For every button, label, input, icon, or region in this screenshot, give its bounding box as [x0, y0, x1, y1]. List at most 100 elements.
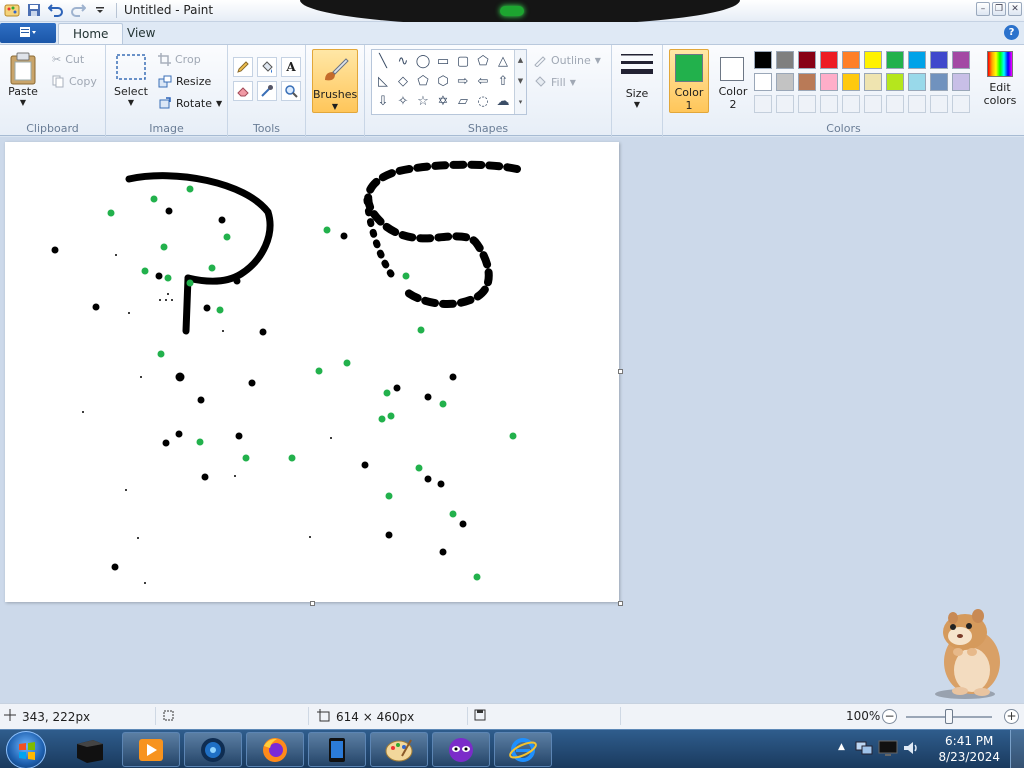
custom-color-slot[interactable] — [930, 95, 948, 113]
custom-color-slot[interactable] — [952, 95, 970, 113]
copy-button[interactable]: Copy — [52, 75, 97, 88]
rounded-callout-shape-icon[interactable]: ▱ — [454, 92, 472, 110]
start-button[interactable] — [6, 731, 46, 768]
monitor-icon[interactable] — [878, 738, 898, 761]
taskbar-app-3[interactable] — [184, 732, 242, 767]
polygon-shape-icon[interactable]: ⬠ — [474, 52, 492, 70]
palette-swatch[interactable] — [864, 51, 882, 69]
help-icon[interactable]: ? — [1004, 25, 1019, 40]
palette-swatch[interactable] — [820, 51, 838, 69]
triangle-shape-icon[interactable]: △ — [494, 52, 512, 70]
volume-icon[interactable] — [902, 739, 920, 760]
eraser-icon[interactable] — [233, 81, 253, 101]
custom-color-slot[interactable] — [776, 95, 794, 113]
custom-color-slot[interactable] — [754, 95, 772, 113]
taskbar-paint[interactable] — [370, 732, 428, 767]
zoom-in-button[interactable]: + — [1004, 709, 1019, 724]
canvas-resize-handle-corner[interactable] — [618, 601, 623, 606]
right-triangle-shape-icon[interactable]: ◺ — [374, 72, 392, 90]
fill-button[interactable]: Fill ▼ — [533, 75, 576, 89]
left-arrow-shape-icon[interactable]: ⇦ — [474, 72, 492, 90]
custom-color-slot[interactable] — [886, 95, 904, 113]
tray-overflow-icon[interactable]: ▲ — [838, 742, 845, 752]
taskbar-app-5[interactable] — [308, 732, 366, 767]
palette-swatch[interactable] — [908, 73, 926, 91]
pentagon-shape-icon[interactable]: ⬠ — [414, 72, 432, 90]
custom-color-slot[interactable] — [820, 95, 838, 113]
cut-button[interactable]: ✂ Cut — [52, 53, 84, 66]
palette-swatch[interactable] — [776, 51, 794, 69]
show-desktop-button[interactable] — [1010, 730, 1024, 768]
outline-button[interactable]: Outline ▼ — [533, 53, 601, 67]
color-picker-icon[interactable] — [257, 81, 277, 101]
four-point-star-shape-icon[interactable]: ✧ — [394, 92, 412, 110]
oval-shape-icon[interactable]: ◯ — [414, 52, 432, 70]
color1-button[interactable]: Color 1 — [669, 49, 709, 113]
tab-view[interactable]: View — [113, 23, 169, 44]
edit-colors-button[interactable]: Edit colors — [977, 51, 1023, 117]
magnifier-icon[interactable] — [281, 81, 301, 101]
palette-swatch[interactable] — [952, 73, 970, 91]
paste-button[interactable]: Paste ▼ — [8, 51, 38, 107]
palette-swatch[interactable] — [842, 51, 860, 69]
palette-swatch[interactable] — [754, 73, 772, 91]
canvas-resize-handle-right[interactable] — [618, 369, 623, 374]
size-button[interactable]: Size ▼ — [618, 51, 656, 109]
six-point-star-shape-icon[interactable]: ✡ — [434, 92, 452, 110]
oval-callout-shape-icon[interactable]: ◌ — [474, 92, 492, 110]
shapes-scroll[interactable]: ▲ ▼ ▾ — [514, 50, 526, 114]
redo-icon[interactable] — [70, 2, 86, 18]
network-icon[interactable] — [854, 738, 874, 761]
taskbar-app-1[interactable] — [60, 732, 118, 767]
custom-color-slot[interactable] — [864, 95, 882, 113]
taskbar-media-player[interactable] — [122, 732, 180, 767]
diamond-shape-icon[interactable]: ◇ — [394, 72, 412, 90]
palette-swatch[interactable] — [798, 51, 816, 69]
minimize-button[interactable]: – — [976, 2, 990, 16]
system-clock[interactable]: 6:41 PM 8/23/2024 — [938, 733, 1000, 765]
palette-swatch[interactable] — [930, 51, 948, 69]
taskbar-internet-explorer[interactable] — [494, 732, 552, 767]
palette-swatch[interactable] — [798, 73, 816, 91]
custom-color-slot[interactable] — [908, 95, 926, 113]
pencil-icon[interactable] — [233, 57, 253, 77]
custom-color-slot[interactable] — [798, 95, 816, 113]
fill-bucket-icon[interactable] — [257, 57, 277, 77]
palette-swatch[interactable] — [754, 51, 772, 69]
rotate-button[interactable]: Rotate ▼ — [158, 97, 222, 110]
five-point-star-shape-icon[interactable]: ☆ — [414, 92, 432, 110]
line-shape-icon[interactable]: ╲ — [374, 52, 392, 70]
palette-swatch[interactable] — [820, 73, 838, 91]
paint-menu-button[interactable] — [0, 23, 56, 43]
hexagon-shape-icon[interactable]: ⬡ — [434, 72, 452, 90]
select-button[interactable]: Select ▼ — [114, 51, 148, 107]
paint-app-icon[interactable] — [4, 2, 20, 18]
rounded-rectangle-shape-icon[interactable]: ▢ — [454, 52, 472, 70]
taskbar-app-7[interactable] — [432, 732, 490, 767]
crop-button[interactable]: Crop — [158, 53, 201, 66]
custom-color-slot[interactable] — [842, 95, 860, 113]
close-button[interactable]: ✕ — [1008, 2, 1022, 16]
restore-button[interactable]: ❐ — [992, 2, 1006, 16]
palette-swatch[interactable] — [776, 73, 794, 91]
zoom-out-button[interactable]: − — [882, 709, 897, 724]
color2-button[interactable]: Color 2 — [713, 49, 753, 113]
right-arrow-shape-icon[interactable]: ⇨ — [454, 72, 472, 90]
resize-button[interactable]: Resize — [158, 75, 211, 88]
palette-swatch[interactable] — [886, 73, 904, 91]
palette-swatch[interactable] — [952, 51, 970, 69]
customize-qat-icon[interactable] — [92, 2, 108, 18]
down-arrow-shape-icon[interactable]: ⇩ — [374, 92, 392, 110]
palette-swatch[interactable] — [930, 73, 948, 91]
curve-shape-icon[interactable]: ∿ — [394, 52, 412, 70]
rectangle-shape-icon[interactable]: ▭ — [434, 52, 452, 70]
palette-swatch[interactable] — [864, 73, 882, 91]
palette-swatch[interactable] — [886, 51, 904, 69]
palette-swatch[interactable] — [842, 73, 860, 91]
canvas-resize-handle-bottom[interactable] — [310, 601, 315, 606]
palette-swatch[interactable] — [908, 51, 926, 69]
save-icon[interactable] — [26, 2, 42, 18]
text-icon[interactable]: A — [281, 57, 301, 77]
drawing-canvas[interactable] — [5, 142, 619, 602]
zoom-slider-thumb[interactable] — [945, 709, 953, 724]
